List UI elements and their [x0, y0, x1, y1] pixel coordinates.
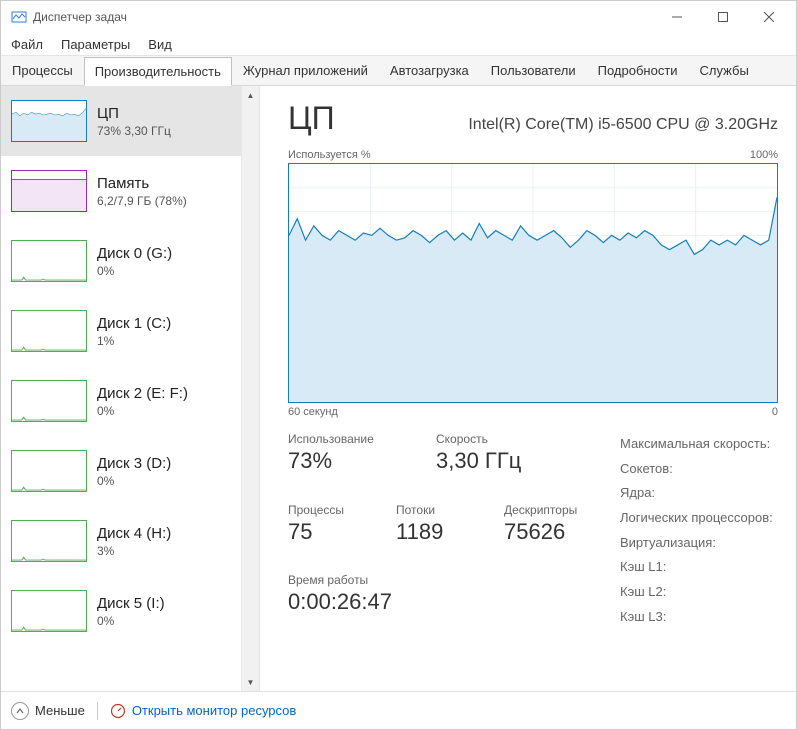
sidebar-item-sub: 3% [97, 544, 171, 558]
stat-handles-value: 75626 [504, 519, 584, 545]
fewer-details-button[interactable]: Меньше [11, 702, 85, 720]
tab-users[interactable]: Пользователи [480, 56, 587, 85]
sidebar-item-cpu-0[interactable]: ЦП 73% 3,30 ГГц [1, 86, 241, 156]
menu-options[interactable]: Параметры [53, 35, 138, 54]
sidebar-wrap: ЦП 73% 3,30 ГГц Память 6,2/7,9 ГБ (78%) Диск… [1, 86, 260, 691]
thumb-chart-icon [11, 590, 87, 632]
tab-processes[interactable]: Процессы [1, 56, 84, 85]
chart-y-label: Используется % [288, 149, 371, 161]
sidebar-item-label: Память [97, 175, 187, 192]
taskmgr-icon [11, 9, 27, 25]
window-title: Диспетчер задач [33, 10, 654, 24]
stat-handles-label: Дескрипторы [504, 503, 584, 517]
meta-l1: Кэш L1: [620, 555, 773, 580]
separator [97, 702, 98, 720]
menu-view[interactable]: Вид [140, 35, 180, 54]
sidebar-item-sub: 0% [97, 264, 172, 278]
tabbar: Процессы Производительность Журнал прило… [1, 55, 796, 86]
meta-cores: Ядра: [620, 481, 773, 506]
thumb-chart-icon [11, 310, 87, 352]
stat-speed-label: Скорость [436, 432, 556, 446]
thumb-chart-icon [11, 100, 87, 142]
sidebar-item-label: Диск 0 (G:) [97, 245, 172, 262]
chart-y-max: 100% [750, 149, 778, 161]
meta-l2: Кэш L2: [620, 580, 773, 605]
thumb-chart-icon [11, 170, 87, 212]
thumb-chart-icon [11, 240, 87, 282]
detail-title: ЦП [288, 100, 335, 137]
stat-threads-value: 1189 [396, 519, 476, 545]
close-button[interactable] [746, 1, 792, 33]
stat-threads-label: Потоки [396, 503, 476, 517]
sidebar-item-label: Диск 4 (H:) [97, 525, 171, 542]
open-resource-monitor-label: Открыть монитор ресурсов [132, 703, 296, 718]
sidebar-item-sub: 73% 3,30 ГГц [97, 124, 171, 138]
tab-performance[interactable]: Производительность [84, 57, 232, 86]
stat-uptime-value: 0:00:26:47 [288, 589, 548, 615]
scroll-up-icon[interactable]: ▲ [242, 86, 260, 104]
thumb-chart-icon [11, 380, 87, 422]
sidebar-item-sub: 0% [97, 474, 171, 488]
footer: Меньше Открыть монитор ресурсов [1, 691, 796, 729]
thumb-chart-icon [11, 450, 87, 492]
menu-file[interactable]: Файл [3, 35, 51, 54]
scrollbar[interactable]: ▲ ▼ [241, 86, 259, 691]
menubar: Файл Параметры Вид [1, 33, 796, 55]
sidebar: ЦП 73% 3,30 ГГц Память 6,2/7,9 ГБ (78%) Диск… [1, 86, 241, 691]
stat-uptime-label: Время работы [288, 573, 548, 587]
tab-startup[interactable]: Автозагрузка [379, 56, 480, 85]
titlebar: Диспетчер задач [1, 1, 796, 33]
scroll-down-icon[interactable]: ▼ [242, 673, 260, 691]
fewer-details-label: Меньше [35, 703, 85, 718]
resmon-icon [110, 703, 126, 719]
stat-usage-value: 73% [288, 448, 408, 474]
thumb-chart-icon [11, 520, 87, 562]
sidebar-item-sub: 0% [97, 614, 165, 628]
detail-subtitle: Intel(R) Core(TM) i5-6500 CPU @ 3.20GHz [468, 116, 778, 134]
cpu-meta: Максимальная скорость: Сокетов: Ядра: Ло… [620, 432, 773, 630]
chart-x-right: 0 [772, 406, 778, 418]
meta-maxspeed: Максимальная скорость: [620, 432, 773, 457]
tab-app-history[interactable]: Журнал приложений [232, 56, 379, 85]
minimize-button[interactable] [654, 1, 700, 33]
sidebar-item-disk-2[interactable]: Диск 0 (G:) 0% [1, 226, 241, 296]
tab-details[interactable]: Подробности [587, 56, 689, 85]
sidebar-item-disk-4[interactable]: Диск 2 (E: F:) 0% [1, 366, 241, 436]
sidebar-item-mem-1[interactable]: Память 6,2/7,9 ГБ (78%) [1, 156, 241, 226]
sidebar-item-label: Диск 5 (I:) [97, 595, 165, 612]
sidebar-item-sub: 0% [97, 404, 188, 418]
detail-pane: ЦП Intel(R) Core(TM) i5-6500 CPU @ 3.20G… [260, 86, 796, 691]
chart-x-left: 60 секунд [288, 406, 338, 418]
sidebar-item-sub: 6,2/7,9 ГБ (78%) [97, 194, 187, 208]
meta-logical: Логических процессоров: [620, 506, 773, 531]
content: ЦП 73% 3,30 ГГц Память 6,2/7,9 ГБ (78%) Диск… [1, 86, 796, 691]
sidebar-item-disk-5[interactable]: Диск 3 (D:) 0% [1, 436, 241, 506]
chevron-up-icon [11, 702, 29, 720]
cpu-chart [288, 163, 778, 403]
stats: Использование 73% Скорость 3,30 ГГц Процес… [288, 432, 778, 630]
sidebar-item-label: Диск 2 (E: F:) [97, 385, 188, 402]
sidebar-item-disk-7[interactable]: Диск 5 (I:) 0% [1, 576, 241, 646]
sidebar-item-sub: 1% [97, 334, 171, 348]
sidebar-item-label: Диск 3 (D:) [97, 455, 171, 472]
stat-usage-label: Использование [288, 432, 408, 446]
tab-services[interactable]: Службы [689, 56, 760, 85]
stat-proc-value: 75 [288, 519, 368, 545]
sidebar-item-disk-3[interactable]: Диск 1 (C:) 1% [1, 296, 241, 366]
meta-l3: Кэш L3: [620, 605, 773, 630]
stat-speed-value: 3,30 ГГц [436, 448, 556, 474]
meta-virt: Виртуализация: [620, 531, 773, 556]
maximize-button[interactable] [700, 1, 746, 33]
meta-sockets: Сокетов: [620, 457, 773, 482]
sidebar-item-label: Диск 1 (C:) [97, 315, 171, 332]
open-resource-monitor[interactable]: Открыть монитор ресурсов [110, 703, 296, 719]
stat-proc-label: Процессы [288, 503, 368, 517]
sidebar-item-label: ЦП [97, 105, 171, 122]
sidebar-item-disk-6[interactable]: Диск 4 (H:) 3% [1, 506, 241, 576]
